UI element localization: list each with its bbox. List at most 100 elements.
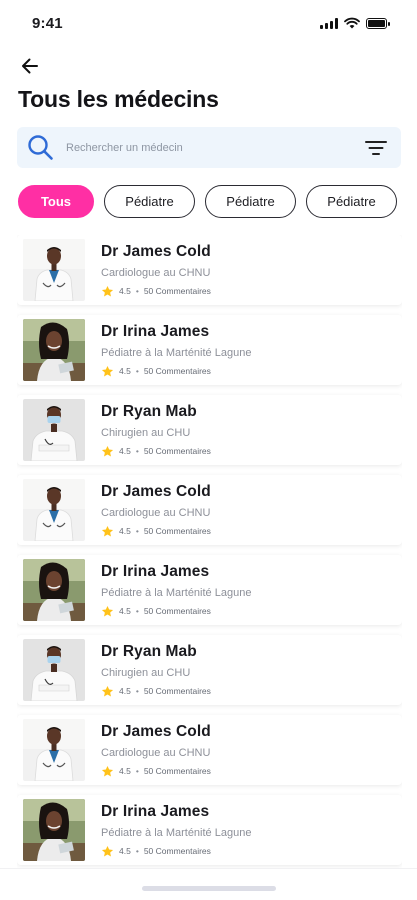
doctor-rating-row: 4.5 • 50 Commentaires bbox=[101, 445, 211, 458]
doctor-info: Dr James Cold Cardiologue au CHNU 4.5 • 50 C… bbox=[101, 723, 211, 778]
filter-chip-pediatre[interactable]: Pédiatre bbox=[205, 185, 296, 218]
separator-dot: • bbox=[135, 606, 139, 616]
doctor-avatar bbox=[23, 239, 85, 301]
doctor-rating-row: 4.5 • 50 Commentaires bbox=[101, 685, 211, 698]
doctor-comments: 50 Commentaires bbox=[143, 766, 211, 776]
filter-icon bbox=[365, 140, 387, 155]
doctor-rating-row: 4.5 • 50 Commentaires bbox=[101, 525, 211, 538]
doctor-specialty: Cardiologue au CHNU bbox=[101, 746, 211, 759]
doctor-specialty: Pédiatre à la Marténité Lagune bbox=[101, 586, 252, 599]
home-indicator[interactable] bbox=[142, 886, 276, 891]
doctor-name: Dr James Cold bbox=[101, 482, 211, 500]
doctor-specialty: Chirugien au CHU bbox=[101, 666, 191, 679]
wifi-icon bbox=[344, 17, 360, 29]
doctor-avatar bbox=[23, 559, 85, 621]
doctor-list[interactable]: Dr James Cold Cardiologue au CHNU 4.5 • 50 C… bbox=[17, 235, 402, 868]
star-icon bbox=[101, 765, 114, 776]
doctor-rating: 4.5 bbox=[119, 846, 131, 856]
status-bar: 9:41 bbox=[0, 0, 417, 46]
filter-chip-pediatre[interactable]: Pédiatre bbox=[104, 185, 195, 218]
status-time: 9:41 bbox=[32, 14, 63, 32]
doctor-info: Dr Irina James Pédiatre à la Marténité La… bbox=[101, 323, 251, 378]
cellular-signal-icon bbox=[320, 17, 338, 29]
search-icon bbox=[28, 135, 53, 160]
filter-chips: Tous Pédiatre Pédiatre Pédiatre bbox=[18, 185, 397, 218]
doctor-specialty: Cardiologue au CHNU bbox=[101, 506, 211, 519]
doctor-info: Dr James Cold Cardiologue au CHNU 4.5 • 50 C… bbox=[101, 483, 211, 538]
doctor-name: Dr Irina James bbox=[101, 802, 210, 820]
filter-chip-tous[interactable]: Tous bbox=[18, 185, 94, 218]
search-bar bbox=[17, 127, 401, 168]
doctor-comments: 50 Commentaires bbox=[143, 846, 211, 856]
battery-icon bbox=[366, 17, 390, 29]
doctor-comments: 50 Commentaires bbox=[143, 606, 211, 616]
doctor-card[interactable]: Dr Ryan Mab Chirugien au CHU 4.5 • 50 Commen… bbox=[17, 395, 402, 465]
arrow-left-icon bbox=[22, 58, 38, 74]
star-icon bbox=[101, 285, 114, 296]
status-icons bbox=[320, 17, 390, 29]
doctor-rating-row: 4.5 • 50 Commentaires bbox=[101, 605, 251, 618]
doctor-comments: 50 Commentaires bbox=[143, 526, 211, 536]
doctor-rating: 4.5 bbox=[119, 526, 131, 536]
doctor-card[interactable]: Dr James Cold Cardiologue au CHNU 4.5 • 50 C… bbox=[17, 475, 402, 545]
doctor-comments: 50 Commentaires bbox=[143, 686, 211, 696]
doctor-avatar bbox=[23, 319, 85, 381]
doctor-rating-row: 4.5 • 50 Commentaires bbox=[101, 845, 251, 858]
doctor-card[interactable]: Dr Irina James Pédiatre à la Marténité La… bbox=[17, 555, 402, 625]
doctor-card[interactable]: Dr Irina James Pédiatre à la Marténité La… bbox=[17, 315, 402, 385]
doctor-rating-row: 4.5 • 50 Commentaires bbox=[101, 365, 251, 378]
doctor-avatar bbox=[23, 399, 85, 461]
doctor-info: Dr James Cold Cardiologue au CHNU 4.5 • 50 C… bbox=[101, 243, 211, 298]
star-icon bbox=[101, 845, 114, 856]
separator-dot: • bbox=[135, 766, 139, 776]
doctor-avatar bbox=[23, 799, 85, 861]
doctor-rating: 4.5 bbox=[119, 686, 131, 696]
doctor-comments: 50 Commentaires bbox=[143, 286, 211, 296]
separator-dot: • bbox=[135, 286, 139, 296]
doctor-info: Dr Irina James Pédiatre à la Marténité La… bbox=[101, 563, 251, 618]
doctor-avatar bbox=[23, 719, 85, 781]
doctor-rating: 4.5 bbox=[119, 446, 131, 456]
star-icon bbox=[101, 365, 114, 376]
doctor-rating-row: 4.5 • 50 Commentaires bbox=[101, 285, 211, 298]
doctor-specialty: Pédiatre à la Marténité Lagune bbox=[101, 346, 252, 359]
star-icon bbox=[101, 525, 114, 536]
doctor-name: Dr Irina James bbox=[101, 322, 210, 340]
doctor-rating: 4.5 bbox=[119, 766, 131, 776]
filter-button[interactable] bbox=[363, 135, 389, 161]
star-icon bbox=[101, 685, 114, 696]
doctor-name: Dr Ryan Mab bbox=[101, 402, 197, 420]
doctor-comments: 50 Commentaires bbox=[143, 446, 211, 456]
bottom-safe-area bbox=[0, 868, 417, 900]
doctor-card[interactable]: Dr James Cold Cardiologue au CHNU 4.5 • 50 C… bbox=[17, 715, 402, 785]
page-title: Tous les médecins bbox=[18, 86, 219, 112]
doctor-avatar bbox=[23, 639, 85, 701]
separator-dot: • bbox=[135, 526, 139, 536]
filter-chip-pediatre[interactable]: Pédiatre bbox=[306, 185, 397, 218]
search-input[interactable] bbox=[66, 141, 363, 154]
star-icon bbox=[101, 445, 114, 456]
star-icon bbox=[101, 605, 114, 616]
separator-dot: • bbox=[135, 686, 139, 696]
doctor-card[interactable]: Dr Irina James Pédiatre à la Marténité La… bbox=[17, 795, 402, 865]
separator-dot: • bbox=[135, 446, 139, 456]
doctor-card[interactable]: Dr James Cold Cardiologue au CHNU 4.5 • 50 C… bbox=[17, 235, 402, 305]
doctor-info: Dr Ryan Mab Chirugien au CHU 4.5 • 50 Commen… bbox=[101, 403, 211, 458]
doctor-name: Dr Irina James bbox=[101, 562, 210, 580]
doctor-rating: 4.5 bbox=[119, 606, 131, 616]
separator-dot: • bbox=[135, 366, 139, 376]
doctor-info: Dr Irina James Pédiatre à la Marténité La… bbox=[101, 803, 251, 858]
doctor-card[interactable]: Dr Ryan Mab Chirugien au CHU 4.5 • 50 Commen… bbox=[17, 635, 402, 705]
doctor-specialty: Cardiologue au CHNU bbox=[101, 266, 211, 279]
doctor-comments: 50 Commentaires bbox=[143, 366, 211, 376]
doctor-rating: 4.5 bbox=[119, 366, 131, 376]
doctor-name: Dr James Cold bbox=[101, 722, 211, 740]
doctor-info: Dr Ryan Mab Chirugien au CHU 4.5 • 50 Commen… bbox=[101, 643, 211, 698]
back-button[interactable] bbox=[18, 54, 42, 78]
separator-dot: • bbox=[135, 846, 139, 856]
doctor-name: Dr Ryan Mab bbox=[101, 642, 197, 660]
doctor-name: Dr James Cold bbox=[101, 242, 211, 260]
doctor-specialty: Pédiatre à la Marténité Lagune bbox=[101, 826, 252, 839]
doctor-rating: 4.5 bbox=[119, 286, 131, 296]
doctor-specialty: Chirugien au CHU bbox=[101, 426, 191, 439]
